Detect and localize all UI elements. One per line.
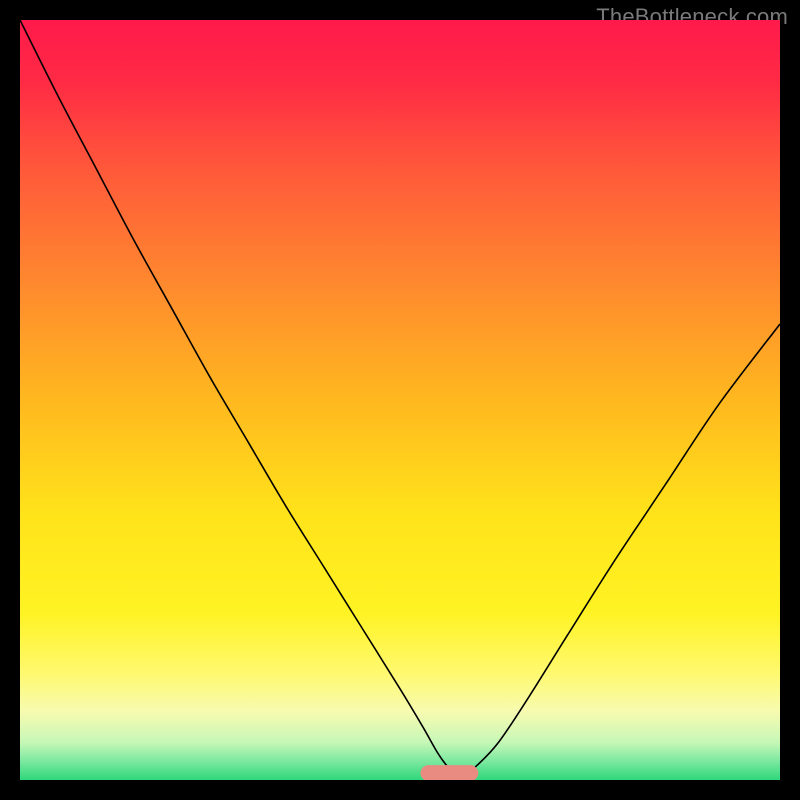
bottleneck-plot	[20, 20, 780, 780]
optimal-point-marker	[421, 766, 478, 780]
chart-frame: TheBottleneck.com	[0, 0, 800, 800]
gradient-background	[20, 20, 780, 780]
